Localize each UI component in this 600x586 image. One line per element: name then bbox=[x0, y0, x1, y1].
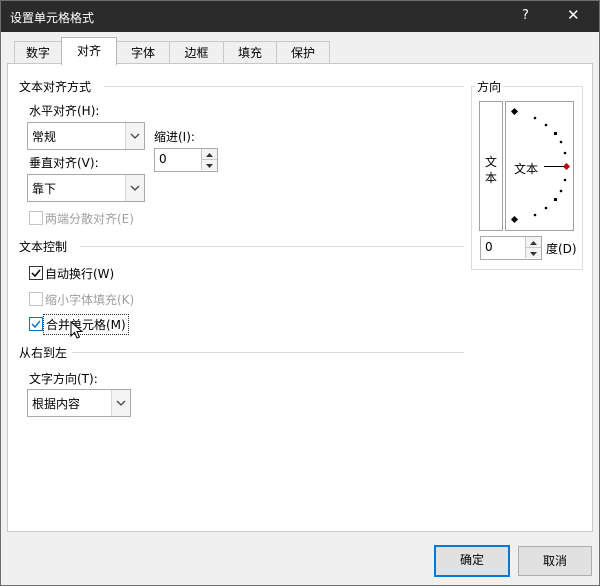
shrink-to-fit-checkbox[interactable] bbox=[29, 292, 43, 306]
orientation-dial[interactable]: 文本 bbox=[505, 101, 574, 231]
shrink-to-fit-label: 缩小字体填充(K) bbox=[45, 293, 135, 307]
spin-up-icon[interactable] bbox=[201, 149, 217, 160]
horizontal-align-select[interactable]: 常规 bbox=[27, 122, 145, 150]
rtl-heading: 从右到左 bbox=[19, 346, 68, 360]
text-direction-value: 根据内容 bbox=[32, 397, 81, 411]
vertical-align-label: 垂直对齐(V): bbox=[29, 156, 99, 170]
cancel-button[interactable]: 取消 bbox=[518, 546, 592, 576]
spin-down-icon[interactable] bbox=[201, 160, 217, 170]
tab-protection[interactable]: 保护 bbox=[276, 41, 330, 64]
horizontal-align-label: 水平对齐(H): bbox=[29, 104, 100, 118]
indent-spinner[interactable]: 0 bbox=[154, 148, 218, 172]
check-icon bbox=[31, 269, 41, 278]
tab-border[interactable]: 边框 bbox=[169, 41, 224, 64]
vertical-align-value: 靠下 bbox=[32, 182, 57, 196]
spin-down-icon[interactable] bbox=[525, 248, 541, 258]
degree-spinner[interactable]: 0 bbox=[480, 236, 542, 260]
degree-value: 0 bbox=[485, 240, 493, 254]
wrap-text-checkbox[interactable] bbox=[29, 266, 43, 280]
text-control-heading: 文本控制 bbox=[19, 240, 68, 254]
degree-label: 度(D) bbox=[546, 242, 577, 256]
justify-distributed-checkbox[interactable] bbox=[29, 211, 43, 225]
ok-button[interactable]: 确定 bbox=[434, 545, 510, 577]
title-bar: 设置单元格格式 ? ✕ bbox=[1, 1, 599, 32]
tab-font[interactable]: 字体 bbox=[116, 41, 170, 64]
tab-number[interactable]: 数字 bbox=[14, 41, 62, 64]
merge-cells-checkbox[interactable] bbox=[29, 317, 43, 331]
indent-value: 0 bbox=[159, 152, 167, 166]
text-alignment-heading: 文本对齐方式 bbox=[19, 80, 92, 94]
spin-up-icon[interactable] bbox=[525, 237, 541, 248]
format-cells-dialog: 设置单元格格式 ? ✕ 数字 对齐 字体 边框 填充 保护 文本对齐方式 水平对… bbox=[0, 0, 600, 586]
vertical-align-select[interactable]: 靠下 bbox=[27, 174, 145, 202]
horizontal-align-value: 常规 bbox=[32, 130, 57, 144]
vertical-text-char: 本 bbox=[485, 171, 498, 185]
tab-fill[interactable]: 填充 bbox=[223, 41, 277, 64]
mouse-cursor-icon bbox=[70, 321, 84, 339]
wrap-text-label: 自动换行(W) bbox=[45, 267, 115, 281]
check-icon bbox=[31, 320, 41, 329]
indent-label: 缩进(I): bbox=[154, 130, 195, 144]
chevron-down-icon[interactable] bbox=[111, 390, 130, 416]
justify-distributed-label: 两端分散对齐(E) bbox=[45, 212, 134, 226]
vertical-text-button[interactable]: 文 本 bbox=[479, 101, 503, 231]
group-divider bbox=[80, 246, 464, 247]
close-button[interactable]: ✕ bbox=[567, 6, 580, 24]
group-divider bbox=[104, 86, 464, 87]
dial-text: 文本 bbox=[514, 162, 539, 176]
help-button[interactable]: ? bbox=[522, 8, 529, 23]
merge-cells-label: 合并单元格(M) bbox=[43, 314, 129, 335]
tab-alignment[interactable]: 对齐 bbox=[61, 37, 117, 65]
vertical-text-char: 文 bbox=[485, 155, 498, 169]
chevron-down-icon[interactable] bbox=[125, 123, 144, 149]
chevron-down-icon[interactable] bbox=[125, 175, 144, 201]
group-divider bbox=[72, 352, 464, 353]
text-direction-label: 文字方向(T): bbox=[29, 372, 98, 386]
alignment-panel: 文本对齐方式 水平对齐(H): 常规 缩进(I): 0 垂直对齐(V): 靠下 … bbox=[7, 63, 593, 532]
dialog-title: 设置单元格格式 bbox=[10, 11, 95, 25]
text-direction-select[interactable]: 根据内容 bbox=[27, 389, 131, 417]
orientation-heading: 方向 bbox=[475, 78, 504, 95]
